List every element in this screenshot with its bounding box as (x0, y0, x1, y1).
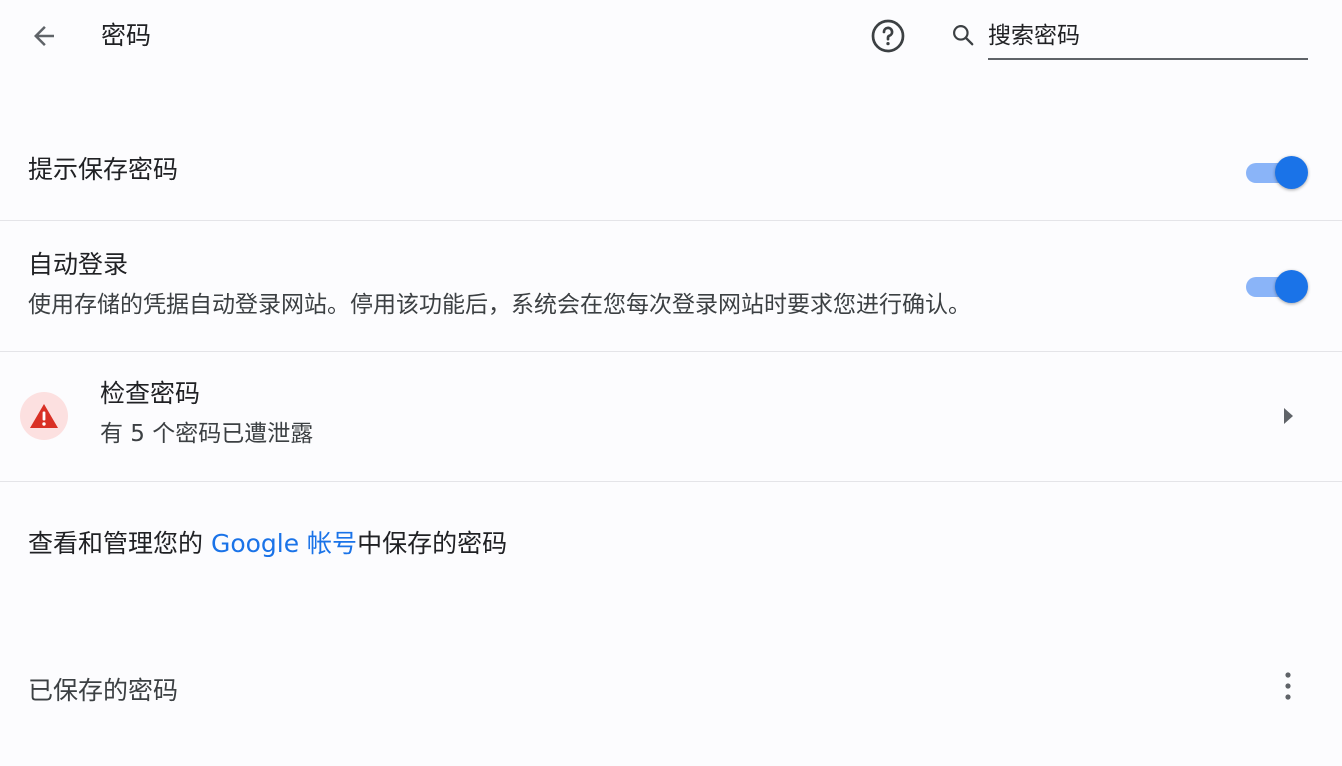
more-actions-button[interactable] (1266, 664, 1310, 708)
back-button[interactable] (22, 14, 66, 58)
top-bar: 密码 (0, 0, 1342, 76)
check-passwords-label[interactable]: 检查密码 (100, 377, 200, 411)
manage-passwords-text: 查看和管理您的 Google 帐号中保存的密码 (28, 527, 507, 561)
divider (0, 481, 1342, 482)
manage-suffix: 中保存的密码 (357, 529, 508, 558)
more-vert-icon (1285, 672, 1291, 700)
auto-sign-in-description: 使用存储的凭据自动登录网站。停用该功能后，系统会在您每次登录网站时要求您进行确认… (28, 292, 971, 318)
divider (0, 351, 1342, 352)
divider (0, 220, 1342, 221)
search-icon (946, 18, 980, 52)
search-input[interactable] (988, 14, 1308, 60)
help-circle-icon (871, 19, 905, 53)
chevron-right-icon[interactable] (1276, 402, 1300, 430)
toggle-knob (1275, 156, 1308, 189)
manage-prefix: 查看和管理您的 (28, 529, 211, 558)
offer-to-save-label: 提示保存密码 (28, 155, 179, 184)
google-account-link[interactable]: Google 帐号 (211, 529, 357, 558)
warning-badge (20, 392, 68, 440)
saved-passwords-heading: 已保存的密码 (28, 676, 179, 705)
help-button[interactable] (866, 14, 910, 58)
arrow-left-icon (34, 26, 54, 46)
page-title: 密码 (101, 21, 152, 50)
offer-to-save-toggle[interactable] (1245, 154, 1309, 190)
auto-sign-in-label: 自动登录 (28, 250, 129, 279)
auto-sign-in-toggle[interactable] (1245, 268, 1309, 304)
check-passwords-status: 有 5 个密码已遭泄露 (100, 421, 314, 447)
toggle-knob (1275, 270, 1308, 303)
warning-icon (30, 404, 58, 428)
